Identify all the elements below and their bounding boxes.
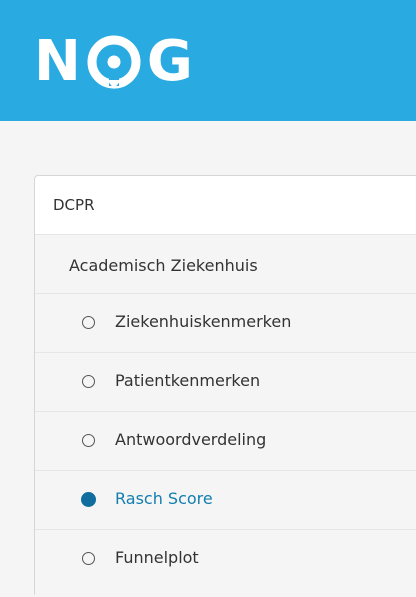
nog-logo[interactable]: N G	[34, 34, 193, 90]
main-content: DCPR Academisch Ziekenhuis Ziekenhuisken…	[0, 121, 416, 597]
radio-icon[interactable]	[82, 316, 95, 329]
nav-item-label: Funnelplot	[115, 548, 199, 567]
radio-selected-icon[interactable]	[81, 492, 96, 507]
nav-item-funnelplot[interactable]: Funnelplot	[35, 529, 416, 589]
app-header: N G	[0, 0, 416, 121]
logo-letter-g: G	[146, 29, 193, 94]
nav-item-label: Ziekenhuiskenmerken	[115, 312, 292, 331]
hospital-section: Academisch Ziekenhuis Ziekenhuiskenmerke…	[35, 234, 416, 597]
logo-letter-n: N	[34, 29, 81, 94]
nav-item-antwoordverdeling[interactable]: Antwoordverdeling	[35, 411, 416, 471]
section-title[interactable]: Academisch Ziekenhuis	[69, 256, 258, 275]
navigation-panel: DCPR Academisch Ziekenhuis Ziekenhuisken…	[34, 175, 416, 597]
nav-item-label: Antwoordverdeling	[115, 430, 267, 449]
radio-icon[interactable]	[82, 552, 95, 565]
nav-item-patientkenmerken[interactable]: Patientkenmerken	[35, 352, 416, 412]
nav-item-ziekenhuiskenmerken[interactable]: Ziekenhuiskenmerken	[35, 293, 416, 353]
logo-pin-icon	[87, 35, 141, 89]
radio-icon[interactable]	[82, 434, 95, 447]
nav-item-rasch-score[interactable]: Rasch Score	[35, 470, 416, 530]
panel-title: DCPR	[53, 196, 95, 214]
nav-item-label: Patientkenmerken	[115, 371, 261, 390]
nav-item-label: Rasch Score	[115, 489, 213, 508]
radio-icon[interactable]	[82, 375, 95, 388]
